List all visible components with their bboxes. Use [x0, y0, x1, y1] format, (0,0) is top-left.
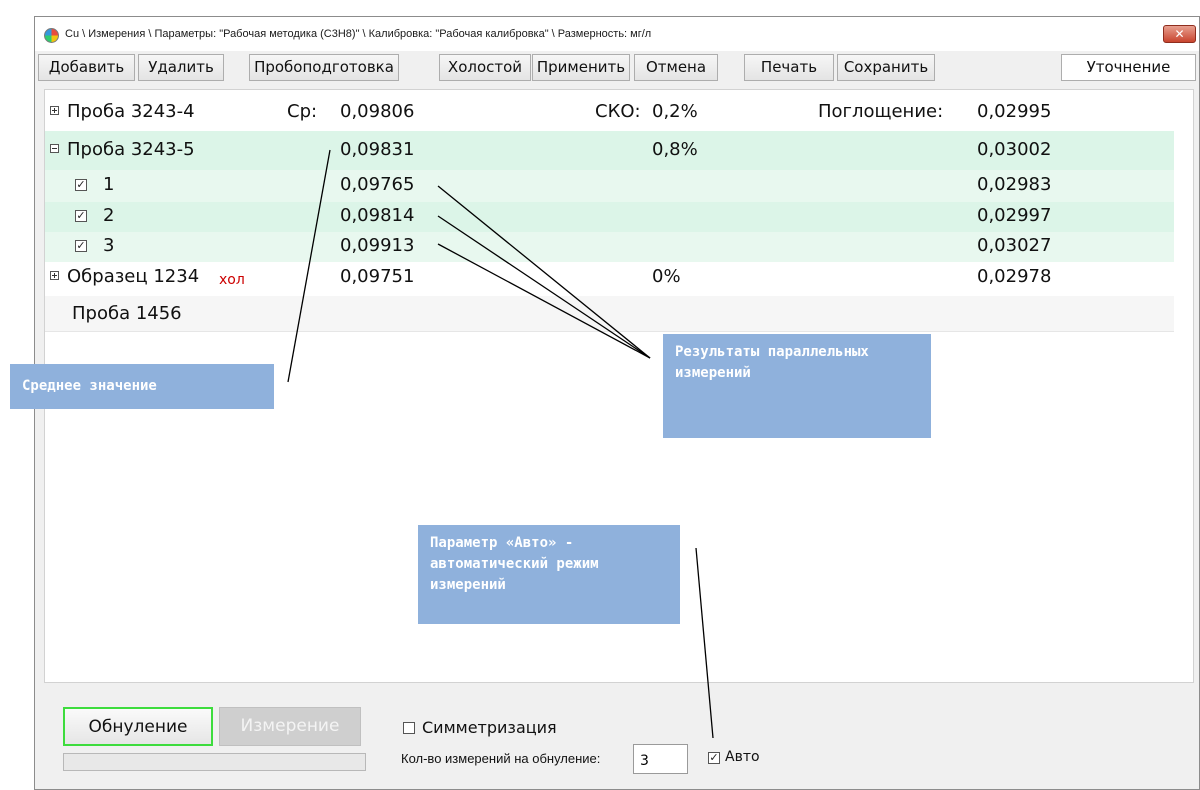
auto-param-callout: Параметр «Авто» - автоматический режим и…: [418, 525, 680, 624]
measurement-number: 2: [103, 205, 115, 226]
avg-label: Ср:: [287, 101, 318, 122]
symmetrize-checkbox[interactable]: [403, 722, 415, 734]
measurement-number: 1: [103, 174, 115, 195]
checked-checkbox[interactable]: ✓: [75, 210, 87, 222]
refine-button[interactable]: Уточнение: [1061, 54, 1196, 81]
checked-checkbox[interactable]: ✓: [75, 179, 87, 191]
absorb-value: 0,02983: [977, 174, 1052, 195]
mean-callout: Среднее значение: [10, 364, 274, 409]
table-row[interactable]: Образец 1234 хол 0,09751 0% 0,02978: [45, 262, 1174, 296]
absorb-value: 0,02978: [977, 266, 1052, 287]
cancel-button[interactable]: Отмена: [634, 54, 718, 81]
measure-button[interactable]: Измерение: [219, 707, 361, 746]
count-label: Кол-во измерений на обнуление:: [401, 751, 601, 766]
count-input[interactable]: 3: [633, 744, 688, 774]
save-button[interactable]: Сохранить: [837, 54, 935, 81]
sample-name: Проба 1456: [72, 303, 182, 324]
mean-value: 0,09751: [340, 266, 415, 287]
sample-name: Проба 3243-4: [67, 101, 195, 122]
parallel-results-callout: Результаты параллельных измерений: [663, 334, 931, 438]
checked-checkbox[interactable]: ✓: [75, 240, 87, 252]
sko-value: 0,8%: [652, 139, 698, 160]
expand-icon[interactable]: [50, 106, 59, 115]
symmetrize-label: Симметризация: [422, 718, 557, 737]
measurement-number: 3: [103, 235, 115, 256]
blank-button[interactable]: Холостой: [439, 54, 531, 81]
absorb-value: 0,03027: [977, 235, 1052, 256]
sample-name: Образец 1234: [67, 266, 200, 287]
table-row[interactable]: ✓ 2 0,09814 0,02997: [45, 202, 1174, 232]
table-row[interactable]: ✓ 1 0,09765 0,02983: [45, 170, 1174, 202]
add-button[interactable]: Добавить: [38, 54, 135, 81]
mean-value: 0,09913: [340, 235, 415, 256]
window-title: Cu \ Измерения \ Параметры: "Рабочая мет…: [65, 28, 652, 40]
table-row[interactable]: Проба 3243-5 0,09831 0,8% 0,03002: [45, 131, 1174, 170]
absorb-label: Поглощение:: [818, 101, 944, 122]
mean-value: 0,09765: [340, 174, 415, 195]
app-logo-icon: [44, 28, 59, 43]
sko-value: 0,2%: [652, 101, 698, 122]
close-button[interactable]: ✕: [1163, 25, 1196, 43]
mean-value: 0,09806: [340, 101, 415, 122]
sko-value: 0%: [652, 266, 681, 287]
absorb-value: 0,03002: [977, 139, 1052, 160]
title-bar: Cu \ Измерения \ Параметры: "Рабочая мет…: [35, 17, 1199, 51]
sample-prep-button[interactable]: Пробоподготовка: [249, 54, 399, 81]
expand-icon[interactable]: [50, 271, 59, 280]
delete-button[interactable]: Удалить: [138, 54, 224, 81]
sample-name: Проба 3243-5: [67, 139, 195, 160]
sko-label: СКО:: [595, 101, 641, 122]
print-button[interactable]: Печать: [744, 54, 834, 81]
mean-value: 0,09831: [340, 139, 415, 160]
absorb-value: 0,02995: [977, 101, 1052, 122]
table-row[interactable]: Проба 3243-4 Ср: 0,09806 СКО: 0,2% Погло…: [45, 96, 1174, 131]
zero-button[interactable]: Обнуление: [63, 707, 213, 746]
auto-checkbox[interactable]: ✓: [708, 752, 720, 764]
collapse-icon[interactable]: [50, 144, 59, 153]
mean-value: 0,09814: [340, 205, 415, 226]
table-row[interactable]: Проба 1456: [45, 296, 1174, 332]
apply-button[interactable]: Применить: [532, 54, 630, 81]
blank-tag: хол: [219, 272, 245, 288]
table-row[interactable]: ✓ 3 0,09913 0,03027: [45, 232, 1174, 262]
auto-label: Авто: [725, 749, 760, 765]
absorb-value: 0,02997: [977, 205, 1052, 226]
progress-bar: [63, 753, 366, 771]
